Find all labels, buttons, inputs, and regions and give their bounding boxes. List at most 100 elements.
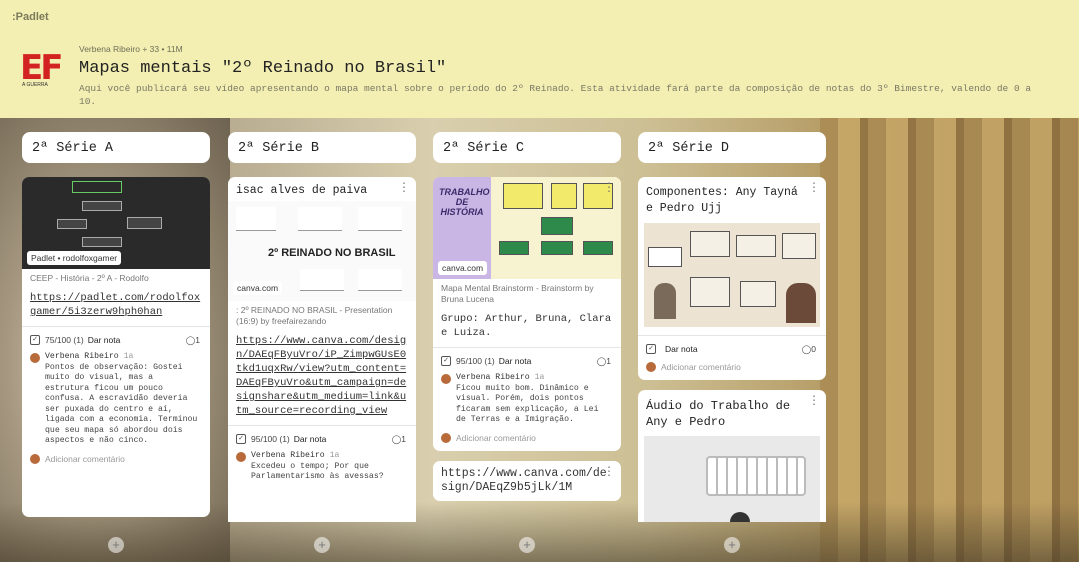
comment: Verbena Ribeiro 1a Excedeu o tempo; Por … [228,448,416,486]
add-comment-input[interactable]: Adicionar comentário [638,358,826,380]
board-icon-caption: A GUERRA [22,82,48,88]
post-title: Componentes: Any Tayná e Pedro Ujj [646,186,798,215]
comment-bubble-icon: ◯ [391,434,402,444]
play-icon[interactable] [730,512,750,522]
board-header: :Padlet EF A GUERRA Verbena Ribeiro + 33… [0,0,1079,118]
post-card[interactable]: ⋮ https://www.canva.com/design/DAEqZ9b5j… [433,460,621,501]
comment-time: 1a [123,352,134,361]
grade-value: 95/100 (1) [251,434,290,444]
more-menu-icon[interactable]: ⋮ [808,181,820,193]
grade-button[interactable]: Dar nota [294,434,327,444]
post-link[interactable]: https://www.canva.com/design/DAEqZ9b5jLk… [433,461,621,498]
post-card[interactable]: ⋮ Componentes: Any Tayná e Pedro Ujj ✓ D… [638,177,826,380]
divider [433,347,621,348]
grade-row: ✓ 95/100 (1) Dar nota ◯1 [433,352,621,370]
grade-value: 95/100 (1) [456,356,495,366]
column-serie-b: ⋮ isac alves de paiva 2º REINADO NO BRAS… [228,177,416,522]
grade-button[interactable]: Dar nota [665,344,698,354]
grade-button[interactable]: Dar nota [499,356,532,366]
column-header-serie-b[interactable]: 2ª Série B [228,132,416,163]
comment-text: Ficou muito bom. Dinâmico e visual. Poré… [456,383,599,425]
grade-check-icon[interactable]: ✓ [646,344,656,354]
divider [228,425,416,426]
comment-count[interactable]: ◯1 [186,335,200,346]
post-source-tag: canva.com [438,261,488,275]
grade-check-icon[interactable]: ✓ [441,356,451,366]
post-source-tag: Padlet • rodolfoxgamer [27,251,122,265]
comment-count[interactable]: ◯1 [392,434,406,445]
grade-check-icon[interactable]: ✓ [30,335,40,345]
comment: Verbena Ribeiro 1a Ficou muito bom. Dinâ… [433,370,621,429]
wallpaper-building [820,118,1079,562]
post-link[interactable]: https://www.canva.com/design/DAEqFByuVro… [228,331,416,421]
avatar [646,362,656,372]
column-header-serie-c[interactable]: 2ª Série C [433,132,621,163]
add-post-button[interactable]: + [519,537,535,553]
more-menu-icon[interactable]: ⋮ [603,465,615,477]
grade-row: ✓ Dar nota ◯0 [638,340,826,358]
divider [22,326,210,327]
board-icon: EF A GUERRA [20,48,66,92]
more-menu-icon[interactable]: ⋮ [603,181,615,193]
post-thumbnail[interactable]: Padlet • rodolfoxgamer [22,177,210,269]
avatar [30,453,40,464]
grade-value: 75/100 (1) [45,335,84,345]
comment-author: Verbena Ribeiro [251,451,325,460]
add-post-button[interactable]: + [314,537,330,553]
column-serie-d: ⋮ Componentes: Any Tayná e Pedro Ujj ✓ D… [638,177,826,522]
comment: Verbena Ribeiro 1a Pontos de observação:… [22,349,210,450]
more-menu-icon[interactable]: ⋮ [398,181,410,193]
column-header-serie-d[interactable]: 2ª Série D [638,132,826,163]
comment-text: Pontos de observação: Gostei muito do vi… [45,362,198,446]
grade-row: ✓ 95/100 (1) Dar nota ◯1 [228,430,416,448]
post-thumbnail[interactable] [644,223,820,327]
post-card[interactable]: ⋮ Áudio do Trabalho de Any e Pedro [638,390,826,522]
comment-bubble-icon: ◯ [185,335,196,345]
more-menu-icon[interactable]: ⋮ [808,394,820,406]
avatar [441,432,451,443]
post-card[interactable]: Padlet • rodolfoxgamer CEEP - História -… [22,177,210,517]
divider [638,335,826,336]
comment-bubble-icon: ◯ [596,356,607,366]
post-source-tag: canva.com [233,281,283,295]
comment-count[interactable]: ◯1 [597,356,611,367]
post-link[interactable]: https://padlet.com/rodolfoxgamer/5i3zerw… [22,288,210,322]
comment-count[interactable]: ◯0 [802,344,816,355]
comment-author: Verbena Ribeiro [45,352,119,361]
post-source: CEEP - História - 2º A - Rodolfo [30,273,149,283]
thumbnail-heading: 2º REINADO NO BRASIL [268,247,396,259]
comment-time: 1a [534,373,545,382]
comment-bubble-icon: ◯ [801,344,812,354]
comment-author: Verbena Ribeiro [456,373,530,382]
comment-text: Excedeu o tempo; Por que Parlamentarismo… [251,461,384,482]
padlet-logo[interactable]: :Padlet [12,11,49,23]
post-title: Áudio do Trabalho de Any e Pedro [646,399,791,429]
post-source: Mapa Mental Brainstorm - Brainstorm by B… [441,283,594,304]
column-serie-a: Padlet • rodolfoxgamer CEEP - História -… [22,177,210,522]
avatar [236,452,246,462]
thumbnail-heading: TRABALHO DE HISTÓRIA [439,187,490,217]
post-card[interactable]: ⋮ isac alves de paiva 2º REINADO NO BRAS… [228,177,416,522]
add-post-button[interactable]: + [724,537,740,553]
comment-time: 1a [329,451,340,460]
avatar [441,374,451,384]
column-serie-c: ⋮ TRABALHO DE HISTÓRIA canva.com Mapa Me… [433,177,621,522]
board-title: Mapas mentais "2º Reinado no Brasil" [79,59,447,78]
grade-button[interactable]: Dar nota [88,335,121,345]
board-meta: Verbena Ribeiro + 33 • 11M [79,44,183,54]
grade-check-icon[interactable]: ✓ [236,434,246,444]
post-thumbnail[interactable]: TRABALHO DE HISTÓRIA canva.com [433,177,621,279]
avatar [30,353,40,363]
board-description: Aqui você publicará seu vídeo apresentan… [79,83,1032,107]
add-comment-input[interactable]: Adicionar comentário [22,450,210,472]
post-title: isac alves de paiva [236,184,368,197]
post-thumbnail[interactable]: 2º REINADO NO BRASIL canva.com [228,201,416,301]
post-card[interactable]: ⋮ TRABALHO DE HISTÓRIA canva.com Mapa Me… [433,177,621,451]
add-comment-input[interactable]: Adicionar comentário [433,429,621,451]
add-post-button[interactable]: + [108,537,124,553]
grade-row: ✓ 75/100 (1) Dar nota ◯1 [22,331,210,349]
audio-thumbnail[interactable] [644,436,820,522]
post-body: Grupo: Arthur, Bruna, Clara e Luiza. [441,313,612,339]
post-source: : 2º REINADO NO BRASIL - Presentation (1… [236,305,393,326]
column-header-serie-a[interactable]: 2ª Série A [22,132,210,163]
